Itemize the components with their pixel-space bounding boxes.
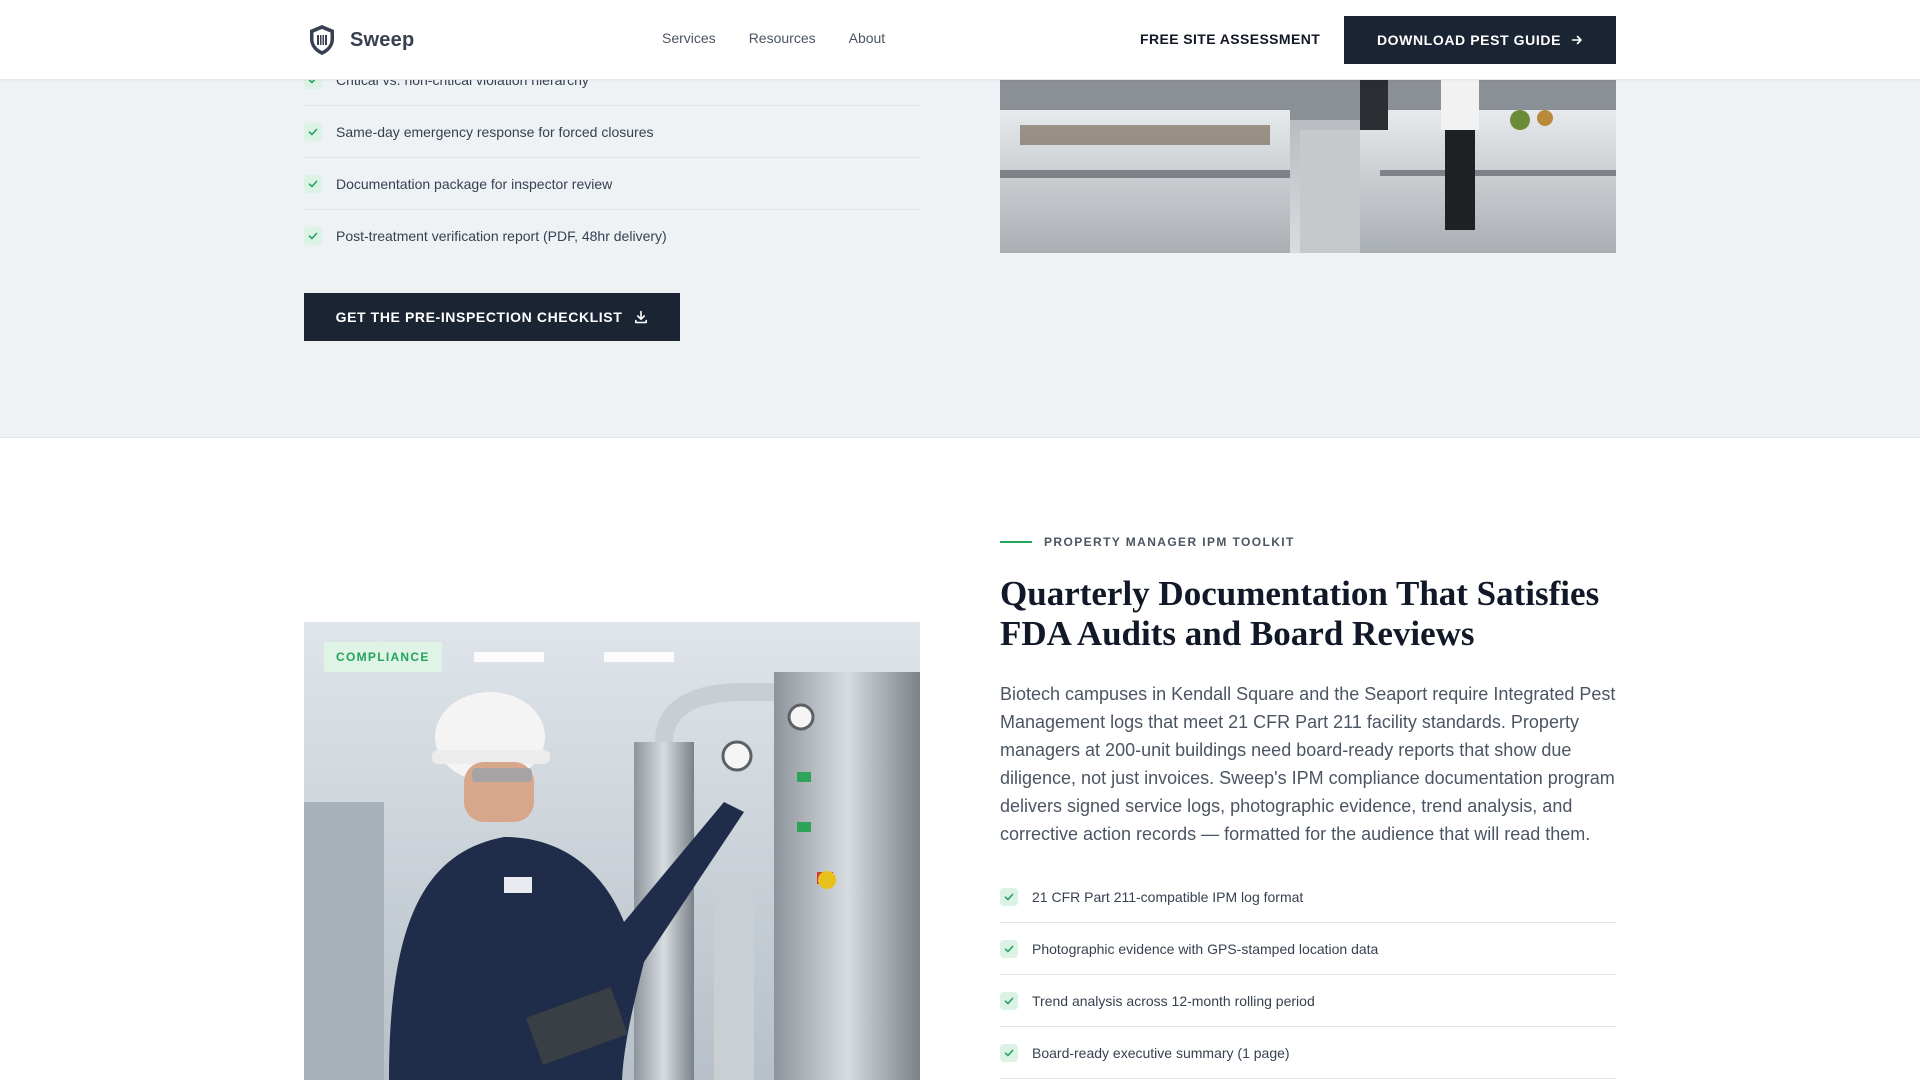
list-item: Same-day emergency response for forced c… [304, 106, 920, 158]
list-item-label: Documentation package for inspector revi… [336, 175, 613, 192]
compliance-badge: COMPLIANCE [324, 642, 442, 672]
download-pest-guide-label: DOWNLOAD PEST GUIDE [1376, 32, 1562, 48]
brand[interactable]: Sweep [308, 24, 414, 56]
list-item: Post-treatment verification report (PDF,… [304, 210, 920, 262]
eyebrow-label: PROPERTY MANAGER IPM TOOLKIT [1044, 535, 1295, 549]
check-icon [1000, 887, 1018, 906]
list-item-label: Post-treatment verification report (PDF,… [336, 228, 667, 244]
check-icon [1000, 939, 1018, 958]
check-icon [304, 227, 322, 245]
check-icon [1000, 991, 1018, 1010]
ipm-checklist: 21 CFR Part 211-compatible IPM log forma… [1000, 871, 1616, 1079]
list-item-label: Same-day emergency response for forced c… [336, 123, 654, 140]
brand-name: Sweep [350, 28, 415, 51]
list-item: 21 CFR Part 211-compatible IPM log forma… [1000, 871, 1616, 923]
check-icon [304, 174, 322, 193]
free-site-assessment-link[interactable]: FREE SITE ASSESSMENT [1140, 31, 1320, 47]
download-icon [635, 310, 648, 324]
check-icon [304, 122, 322, 141]
pre-inspection-checklist-button[interactable]: GET THE PRE-INSPECTION CHECKLIST [304, 293, 680, 341]
nav-item-resources[interactable]: Resources [749, 30, 816, 46]
section-body: Biotech campuses in Kendall Square and t… [1000, 684, 1616, 844]
download-pest-guide-button[interactable]: DOWNLOAD PEST GUIDE [1344, 16, 1616, 64]
list-item-label: Board-ready executive summary (1 page) [1032, 1044, 1290, 1061]
section-heading: Quarterly Documentation That Satisfies F… [1000, 574, 1600, 653]
eyebrow: PROPERTY MANAGER IPM TOOLKIT [1000, 535, 1295, 549]
pre-inspection-checklist-label: GET THE PRE-INSPECTION CHECKLIST [335, 309, 623, 325]
list-item: Photographic evidence with GPS-stamped l… [1000, 923, 1616, 975]
list-item-label: Photographic evidence with GPS-stamped l… [1032, 940, 1379, 957]
nav-item-services[interactable]: Services [662, 30, 716, 46]
list-item: Documentation package for inspector revi… [304, 158, 920, 210]
eyebrow-divider [1000, 541, 1032, 543]
list-item: Board-ready executive summary (1 page) [1000, 1027, 1616, 1079]
list-item-label: Trend analysis across 12-month rolling p… [1032, 992, 1315, 1009]
main-nav: Services Resources About [662, 30, 885, 46]
site-header: Sweep Services Resources About FREE SITE… [0, 0, 1920, 80]
lab-technician-photo: COMPLIANCE [304, 622, 920, 1080]
inspection-checklist: Critical vs. non-critical violation hier… [304, 54, 920, 262]
nav-item-about[interactable]: About [849, 30, 886, 46]
arrow-right-icon [1571, 35, 1582, 45]
check-icon [1000, 1043, 1018, 1062]
shield-logo-icon [310, 25, 334, 55]
list-item-label: 21 CFR Part 211-compatible IPM log forma… [1032, 888, 1304, 905]
list-item: Trend analysis across 12-month rolling p… [1000, 975, 1616, 1027]
